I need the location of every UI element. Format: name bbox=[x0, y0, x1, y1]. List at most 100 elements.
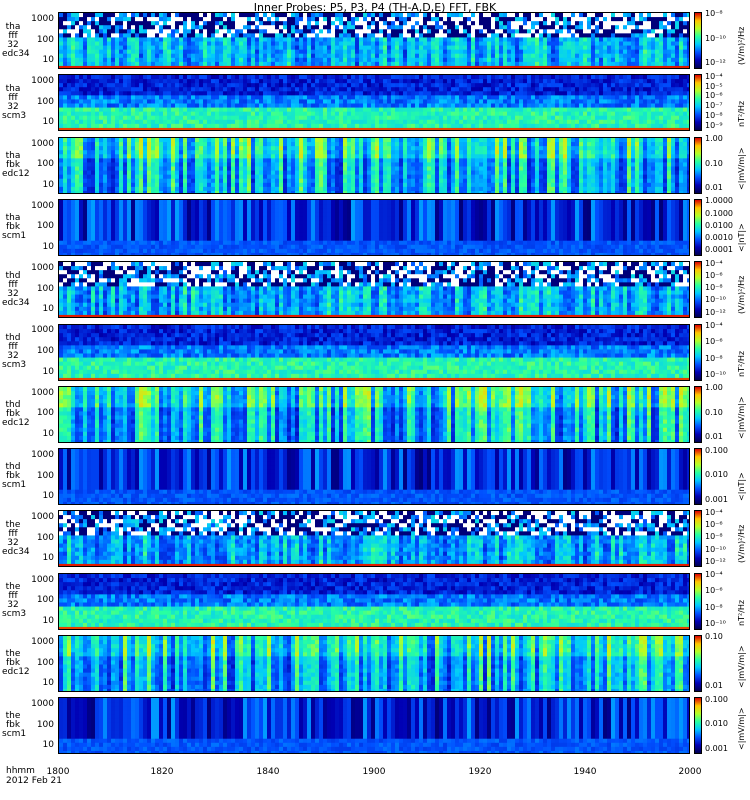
spectrogram-cell bbox=[311, 128, 316, 131]
spectrogram-cell bbox=[227, 99, 232, 105]
spectrogram-cell bbox=[395, 75, 400, 80]
spectrogram-cell bbox=[571, 37, 576, 42]
spectrogram-cell bbox=[87, 79, 92, 84]
spectrogram-cell bbox=[87, 124, 92, 129]
spectrogram-cell bbox=[247, 116, 252, 121]
spectrogram-cell bbox=[323, 17, 328, 22]
spectrogram-cell bbox=[295, 41, 300, 46]
spectrogram-cell bbox=[215, 49, 220, 55]
spectrogram-cell bbox=[71, 45, 76, 51]
spectrogram-cell bbox=[127, 120, 132, 125]
spectrogram-cell bbox=[499, 128, 504, 131]
spectrogram-cell bbox=[411, 17, 416, 22]
spectrogram-cell bbox=[567, 65, 572, 68]
spectrogram-cell bbox=[679, 120, 684, 125]
spectrogram-cell bbox=[527, 25, 532, 30]
spectrogram-cell bbox=[355, 57, 360, 63]
spectrogram-cell bbox=[163, 141, 168, 147]
spectrogram-cell bbox=[463, 25, 468, 30]
spectrogram-cell bbox=[675, 95, 680, 101]
spectrogram-cell bbox=[271, 65, 276, 68]
spectrogram-cell bbox=[139, 91, 144, 97]
spectrogram-cell bbox=[351, 111, 356, 117]
spectrogram-cell bbox=[527, 41, 532, 46]
spectrogram-cell bbox=[295, 111, 300, 117]
spectrogram-cell bbox=[419, 124, 424, 129]
spectrogram-cell bbox=[427, 75, 432, 80]
spectrogram-cell bbox=[115, 61, 120, 67]
spectrogram-cell bbox=[587, 49, 592, 55]
spectrogram-cell bbox=[655, 95, 660, 101]
spectrogram-cell bbox=[535, 116, 540, 121]
spectrogram-cell bbox=[499, 37, 504, 42]
spectrogram-cell bbox=[335, 17, 340, 22]
spectrogram-cell bbox=[171, 95, 176, 101]
spectrogram-cell bbox=[447, 61, 452, 67]
spectrogram-cell bbox=[519, 49, 524, 55]
spectrogram-cell bbox=[383, 95, 388, 101]
spectrogram-cell bbox=[127, 83, 132, 88]
spectrogram-cell bbox=[183, 95, 188, 101]
spectrogram-cell bbox=[303, 103, 308, 109]
spectrogram-cell bbox=[195, 17, 200, 22]
spectrogram-cell bbox=[271, 53, 276, 59]
spectrogram-cell bbox=[339, 128, 344, 131]
spectrogram-cell bbox=[491, 17, 496, 22]
spectrogram-cell bbox=[235, 116, 240, 121]
spectrogram-cell bbox=[371, 120, 376, 125]
spectrogram-cell bbox=[623, 61, 628, 67]
spectrogram-cell bbox=[327, 128, 332, 131]
spectrogram-cell bbox=[579, 124, 584, 129]
spectrogram-cell bbox=[455, 13, 460, 18]
spectrogram-cell bbox=[515, 17, 520, 22]
spectrogram-cell bbox=[291, 45, 296, 51]
spectrogram-cell bbox=[243, 83, 248, 88]
spectrogram-cell bbox=[127, 45, 132, 51]
spectrogram-cell bbox=[107, 21, 112, 26]
spectrogram-cell bbox=[63, 33, 68, 38]
spectrogram-cell bbox=[559, 79, 564, 84]
spectrogram-cell bbox=[491, 120, 496, 125]
spectrogram-cell bbox=[223, 49, 228, 55]
spectrogram-cell bbox=[423, 116, 428, 121]
spectrogram-cell bbox=[123, 29, 128, 34]
spectrogram-cell bbox=[583, 75, 588, 80]
spectrogram-cell bbox=[99, 111, 104, 117]
spectrogram-cell bbox=[271, 107, 276, 113]
spectrogram-cell bbox=[243, 87, 248, 92]
spectrogram-cell bbox=[615, 124, 620, 129]
spectrogram-cell bbox=[311, 37, 316, 42]
spectrogram-cell bbox=[391, 111, 396, 117]
spectrogram-cell bbox=[139, 186, 144, 191]
spectrogram-cell bbox=[527, 99, 532, 105]
spectrogram-cell bbox=[207, 57, 212, 63]
spectrogram-cell bbox=[623, 95, 628, 101]
spectrogram-cell bbox=[131, 107, 136, 113]
spectrogram-cell bbox=[239, 21, 244, 26]
spectrogram-cell bbox=[135, 65, 140, 68]
spectrogram-cell bbox=[367, 95, 372, 101]
spectrogram-cell bbox=[423, 57, 428, 63]
spectrogram-cell bbox=[483, 87, 488, 92]
spectrogram-cell bbox=[355, 111, 360, 117]
spectrogram-cell bbox=[543, 49, 548, 55]
spectrogram-cell bbox=[259, 120, 264, 125]
spectrogram-cell bbox=[115, 124, 120, 129]
spectrogram-cell bbox=[259, 116, 264, 121]
spectrogram-cell bbox=[155, 174, 160, 179]
spectrogram-cell bbox=[371, 33, 376, 38]
spectrogram-cell bbox=[291, 33, 296, 38]
spectrogram-cell bbox=[123, 186, 128, 191]
spectrogram-cell bbox=[295, 128, 300, 131]
spectrogram-cell bbox=[411, 57, 416, 63]
spectrogram-cell bbox=[579, 103, 584, 109]
spectrogram-cell bbox=[211, 17, 216, 22]
spectrogram-cell bbox=[207, 17, 212, 22]
spectrogram-cell bbox=[459, 87, 464, 92]
spectrogram-cell bbox=[167, 87, 172, 92]
spectrogram-cell bbox=[351, 21, 356, 26]
spectrogram-cell bbox=[627, 61, 632, 67]
spectrogram-cell bbox=[551, 53, 556, 59]
spectrogram-cell bbox=[551, 33, 556, 38]
spectrogram-cell bbox=[135, 61, 140, 67]
